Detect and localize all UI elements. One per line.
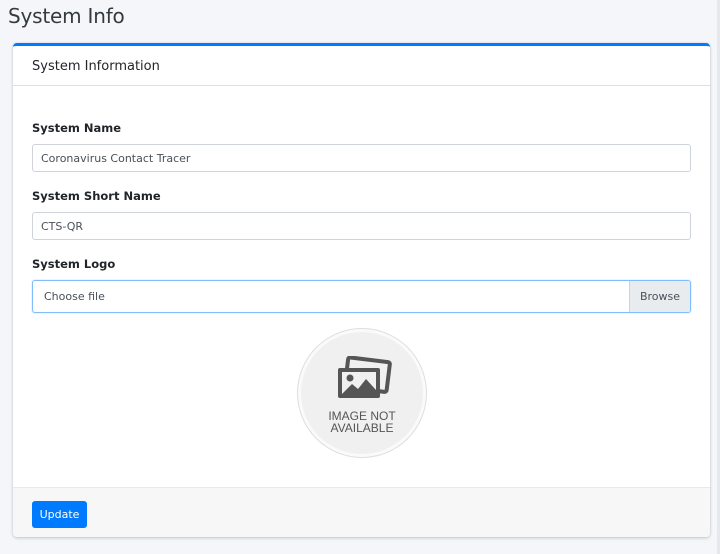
card-header: System Information — [13, 46, 710, 86]
logo-preview: IMAGE NOT AVAILABLE — [298, 329, 426, 457]
browse-button[interactable]: Browse — [629, 281, 690, 312]
image-placeholder-icon — [338, 356, 392, 398]
short-name-input[interactable] — [32, 212, 691, 240]
system-name-label: System Name — [32, 121, 122, 135]
card-title: System Information — [32, 59, 160, 74]
update-button[interactable]: Update — [32, 501, 87, 528]
system-info-card: System Information System Name System Sh… — [13, 43, 710, 537]
page-title: System Info — [8, 4, 125, 28]
short-name-label: System Short Name — [32, 189, 161, 203]
system-name-input[interactable] — [32, 144, 691, 172]
card-body: System Name System Short Name System Log… — [13, 86, 710, 487]
file-input-placeholder[interactable]: Choose file — [33, 281, 629, 312]
system-logo-label: System Logo — [32, 257, 116, 271]
image-not-available-text: IMAGE NOT AVAILABLE — [301, 410, 423, 434]
card-footer: Update — [13, 487, 710, 537]
na-line2: AVAILABLE — [330, 421, 394, 435]
logo-file-input[interactable]: Choose file Browse — [32, 280, 691, 313]
